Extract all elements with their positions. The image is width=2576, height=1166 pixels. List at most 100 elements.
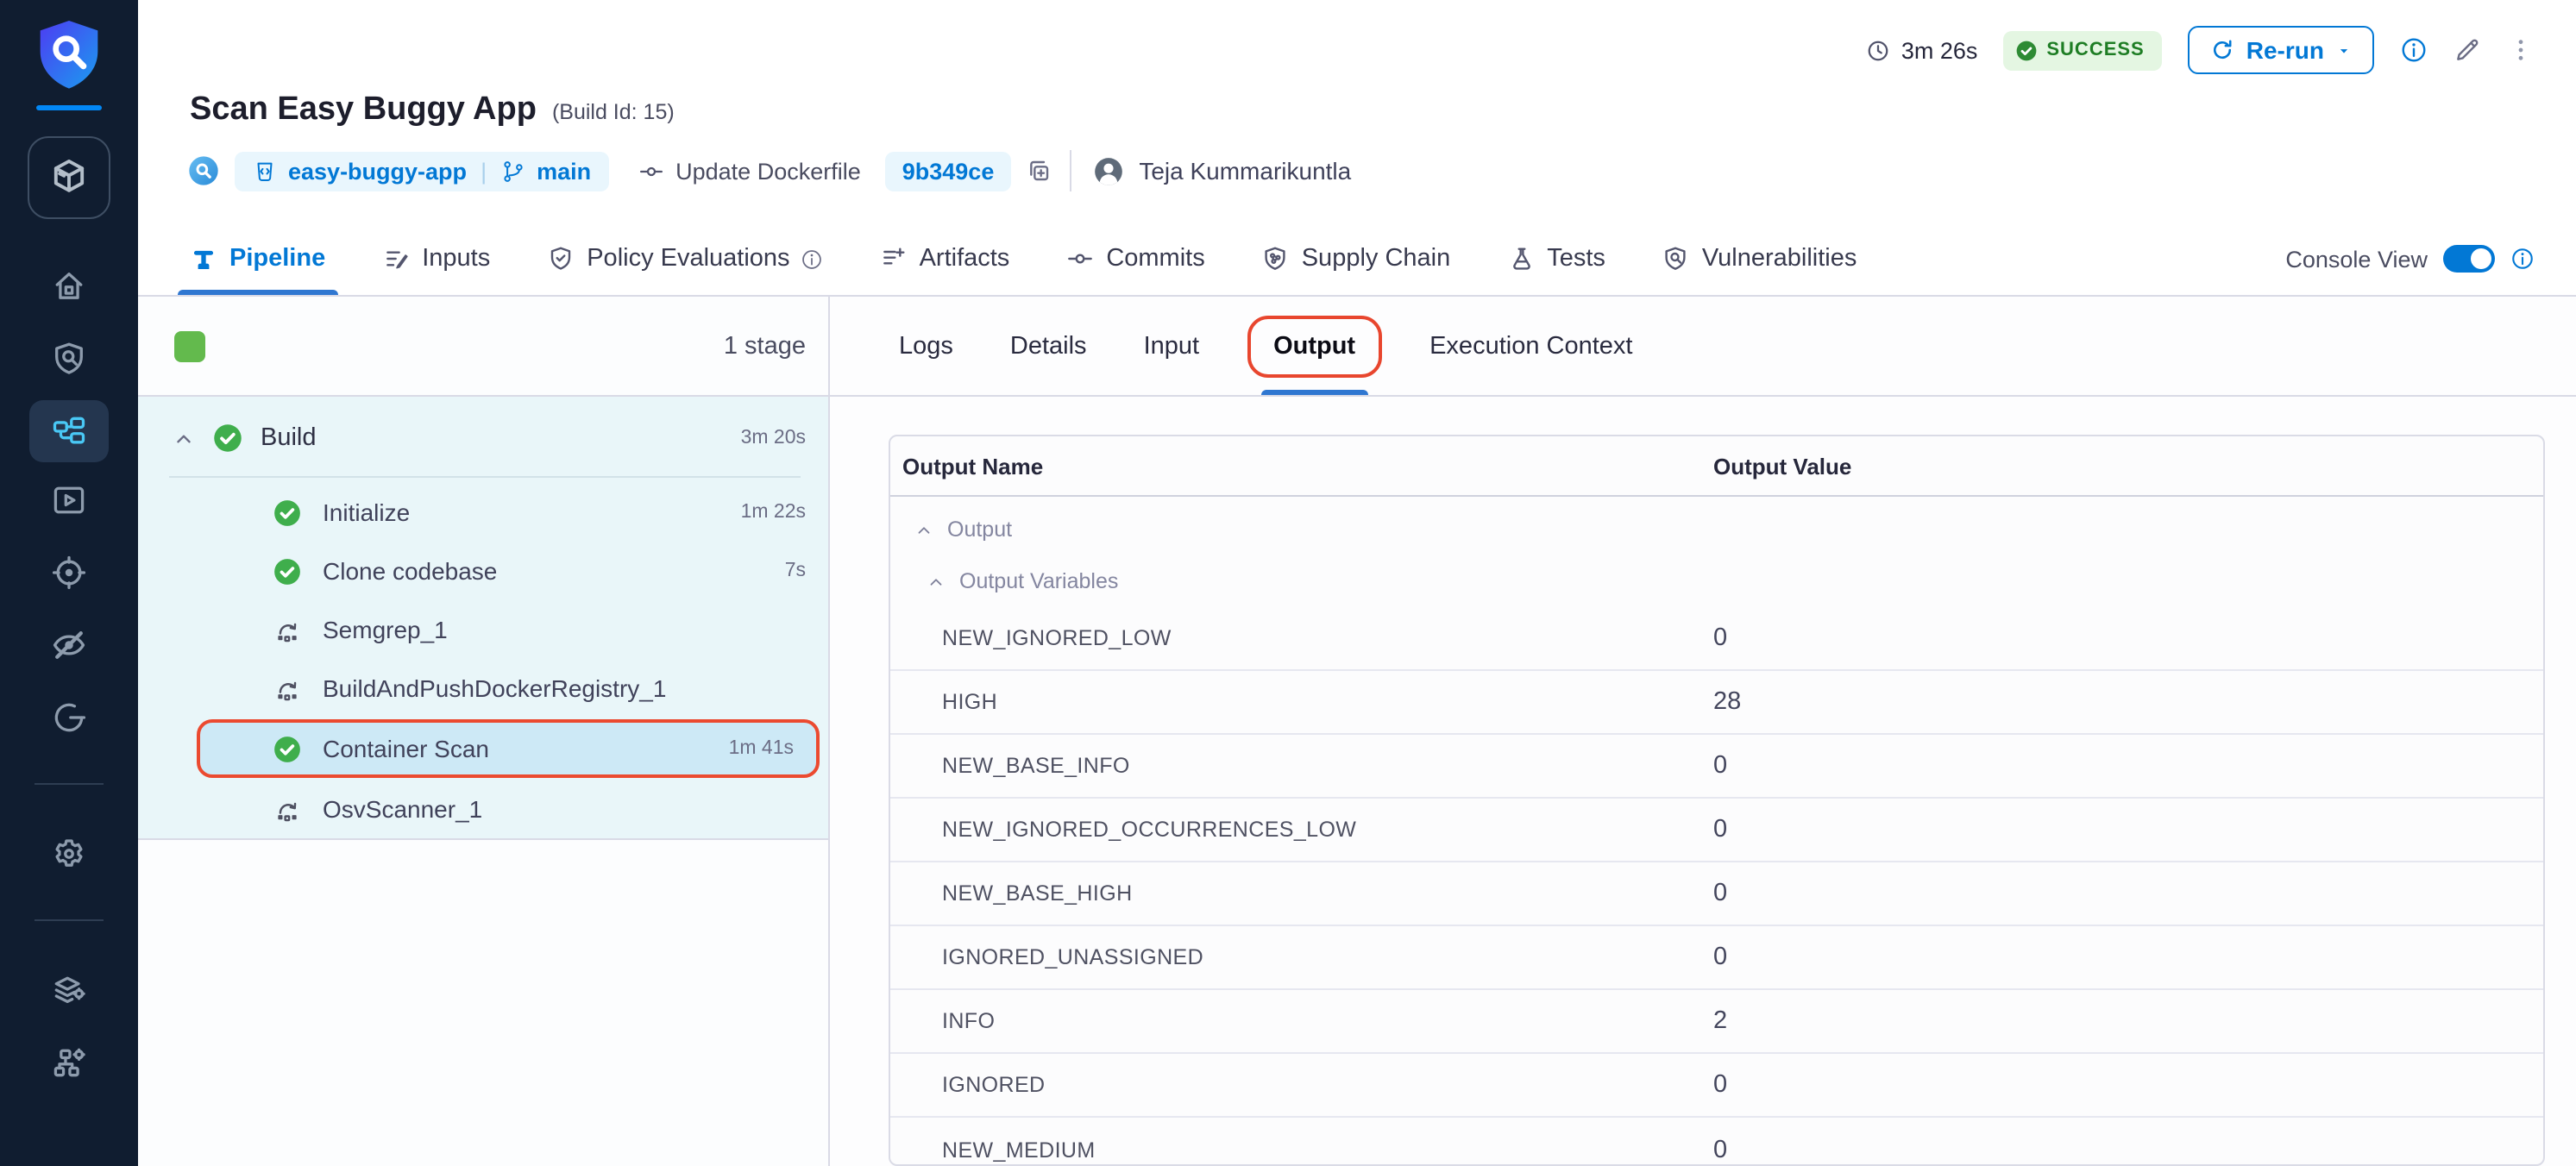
detail-tab-label: Execution Context <box>1429 332 1632 360</box>
console-info-button[interactable] <box>2510 247 2535 271</box>
step-name: BuildAndPushDockerRegistry_1 <box>323 674 666 702</box>
detail-tab-logs[interactable]: Logs <box>899 297 953 395</box>
step-name: Container Scan <box>323 735 489 762</box>
trigger-webhook-icon <box>186 154 221 188</box>
sidebar-item-layers-gear[interactable] <box>29 956 109 1025</box>
tab-commits[interactable]: Commits <box>1066 223 1204 295</box>
rerun-button[interactable]: Re-run <box>2188 26 2374 74</box>
sidebar-divider <box>35 783 104 785</box>
shield-search-icon <box>50 340 88 378</box>
tab-supply-chain[interactable]: Supply Chain <box>1262 223 1451 295</box>
caret-down-icon <box>2336 42 2352 58</box>
detail-tabbar: Logs Details Input Output Execution Context <box>830 297 2576 397</box>
sidebar-item-org-gear[interactable] <box>29 1028 109 1097</box>
repo-name: easy-buggy-app <box>288 158 467 184</box>
eye-off-icon <box>50 626 88 664</box>
copy-icon <box>1025 157 1052 185</box>
output-group-output[interactable]: Output <box>890 504 2543 555</box>
org-gear-icon <box>50 1044 88 1081</box>
run-duration: 3m 26s <box>1865 37 1978 63</box>
sidebar <box>0 0 138 1166</box>
tab-pipeline[interactable]: Pipeline <box>190 223 325 295</box>
clock-icon <box>1865 37 1891 63</box>
detail-tab-details[interactable]: Details <box>1010 297 1087 395</box>
step-row-buildandpushdockerregistry-1[interactable]: BuildAndPushDockerRegistry_1 <box>138 659 828 718</box>
output-row-ignored-unassigned: IGNORED_UNASSIGNED0 <box>890 926 2543 990</box>
sidebar-item-gear[interactable] <box>29 819 109 888</box>
power-icon <box>50 699 88 737</box>
output-table-header: Output Name Output Value <box>890 436 2543 497</box>
sto-shield-logo-icon <box>35 17 104 93</box>
commit-sha-pill[interactable]: 9b349ce <box>885 151 1012 191</box>
detail-tab-output[interactable]: Output <box>1256 297 1373 395</box>
step-duration: 1m 41s <box>729 738 794 759</box>
divider <box>169 476 801 478</box>
pipeline-nav-icon <box>50 412 88 450</box>
tab-label: Policy Evaluations <box>587 245 789 273</box>
sidebar-item-home[interactable] <box>29 252 109 321</box>
pencil-icon <box>2453 36 2481 64</box>
success-check-icon <box>273 556 302 586</box>
stage-status-swatch <box>174 330 205 361</box>
repo-branch-pill[interactable]: easy-buggy-app | main <box>235 151 608 191</box>
output-row-high: HIGH28 <box>890 671 2543 735</box>
output-value: 0 <box>1701 1136 2543 1163</box>
page-title: Scan Easy Buggy App <box>190 91 537 129</box>
output-name: NEW_IGNORED_OCCURRENCES_LOW <box>890 818 1701 842</box>
console-view-label: Console View <box>2285 246 2428 272</box>
step-row-semgrep-1[interactable]: Semgrep_1 <box>138 600 828 659</box>
info-icon <box>2510 247 2535 271</box>
output-name: NEW_MEDIUM <box>890 1138 1701 1162</box>
output-row-new-ignored-occurrences-low: NEW_IGNORED_OCCURRENCES_LOW0 <box>890 799 2543 862</box>
tab-tests[interactable]: Tests <box>1507 223 1605 295</box>
tab-label: Inputs <box>422 245 490 273</box>
shield-check-icon <box>547 245 575 273</box>
edit-pipeline-button[interactable] <box>2453 36 2481 64</box>
info-button[interactable] <box>2400 36 2428 64</box>
tab-inputs[interactable]: Inputs <box>382 223 490 295</box>
tab-policy-evaluations[interactable]: Policy Evaluations <box>547 223 822 295</box>
tab-label: Vulnerabilities <box>1702 245 1857 273</box>
sidebar-item-power[interactable] <box>29 683 109 752</box>
output-group-output-variables[interactable]: Output Variables <box>890 555 2543 607</box>
chevron-up-icon <box>914 520 933 539</box>
output-value: 0 <box>1701 943 2543 971</box>
tab-artifacts[interactable]: Artifacts <box>880 223 1010 295</box>
sidebar-item-pipeline-nav[interactable] <box>29 400 109 462</box>
vertical-divider <box>1070 150 1071 191</box>
pipeline-tab-icon <box>190 245 217 273</box>
step-pending-icon <box>273 794 302 824</box>
gear-icon <box>50 835 88 873</box>
sidebar-item-eye-off[interactable] <box>29 611 109 680</box>
step-pending-icon <box>273 674 302 703</box>
shield-nodes-icon <box>1262 245 1290 273</box>
stage-row-build[interactable]: Build 3m 20s <box>138 402 828 474</box>
tab-label: Pipeline <box>229 245 325 273</box>
list-plus-icon <box>880 245 908 273</box>
sidebar-item-target[interactable] <box>29 538 109 607</box>
output-row-info: INFO2 <box>890 990 2543 1054</box>
detail-tab-label: Logs <box>899 332 953 360</box>
more-options-button[interactable] <box>2507 36 2535 64</box>
detail-tab-execution-context[interactable]: Execution Context <box>1429 297 1632 395</box>
sidebar-item-shield-search[interactable] <box>29 324 109 393</box>
tab-label: Commits <box>1106 245 1204 273</box>
home-icon <box>50 267 88 305</box>
sidebar-item-cube[interactable] <box>28 136 110 219</box>
console-view-toggle[interactable] <box>2443 245 2495 273</box>
sidebar-item-play-square[interactable] <box>29 466 109 535</box>
output-row-new-medium: NEW_MEDIUM0 <box>890 1118 2543 1166</box>
step-name: OsvScanner_1 <box>323 795 482 823</box>
output-value: 2 <box>1701 1007 2543 1035</box>
detail-tab-input[interactable]: Input <box>1144 297 1200 395</box>
tab-label: Artifacts <box>920 245 1010 273</box>
step-row-clone-codebase[interactable]: Clone codebase7s <box>138 542 828 600</box>
step-row-osvscanner-1[interactable]: OsvScanner_1 <box>138 780 828 838</box>
tab-vulnerabilities[interactable]: Vulnerabilities <box>1662 223 1857 295</box>
step-row-container-scan[interactable]: Container Scan 1m 41s <box>197 719 820 778</box>
output-value: 0 <box>1701 880 2543 907</box>
copy-sha-button[interactable] <box>1025 157 1052 185</box>
step-row-initialize[interactable]: Initialize1m 22s <box>138 483 828 542</box>
output-name: IGNORED <box>890 1073 1701 1097</box>
stage-duration: 3m 20s <box>741 428 806 448</box>
